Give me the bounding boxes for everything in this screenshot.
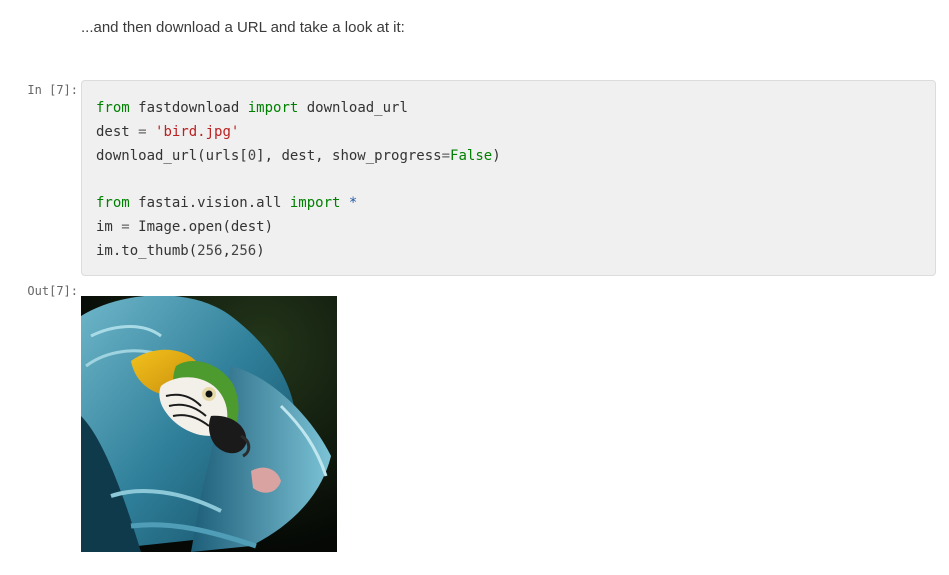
code-text: im.to_thumb( (96, 242, 198, 259)
number-literal: 0 (247, 147, 257, 164)
string-literal: 'bird.jpg' (155, 123, 240, 140)
operator: = (121, 218, 130, 235)
code-line-7: im.to_thumb(256,256) (96, 240, 921, 264)
keyword: from (96, 100, 130, 116)
code-line-2: dest = 'bird.jpg' (96, 121, 921, 145)
variable: dest (96, 123, 139, 140)
code-text: download_url(urls[ (96, 147, 248, 164)
parrot-image (81, 296, 337, 552)
code-line-3: download_url(urls[0], dest, show_progres… (96, 145, 921, 169)
code-line-4-blank (96, 168, 921, 192)
code-line-1: from fastdownload import download_url (96, 97, 921, 121)
code-line-5: from fastai.vision.all import * (96, 192, 921, 216)
imported-name: download_url (298, 100, 408, 116)
code-text: Image.open(dest) (129, 218, 274, 235)
output-prompt: Out[7]: (27, 284, 78, 298)
code-cell-editor[interactable]: from fastdownload import download_url de… (81, 80, 936, 276)
constant: False (450, 147, 493, 164)
keyword: import (247, 100, 299, 116)
variable: im (96, 218, 122, 235)
markdown-text: ...and then download a URL and take a lo… (81, 19, 405, 36)
keyword: import (289, 195, 341, 212)
module-name: fastai.vision.all (129, 195, 290, 212)
number-literal: 256 (197, 242, 223, 259)
code-text: ) (256, 242, 265, 259)
code-text: , (222, 242, 231, 259)
number-literal: 256 (230, 242, 257, 259)
code-text: ) (492, 147, 501, 164)
operator: = (441, 147, 451, 164)
operator: = (138, 123, 147, 140)
code-text: ], dest, show_progress (256, 147, 442, 164)
operator: * (348, 195, 358, 212)
code-line-6: im = Image.open(dest) (96, 216, 921, 240)
input-prompt: In [7]: (27, 83, 78, 97)
keyword: from (96, 195, 130, 212)
module-name: fastdownload (129, 100, 248, 116)
output-image (81, 296, 337, 552)
